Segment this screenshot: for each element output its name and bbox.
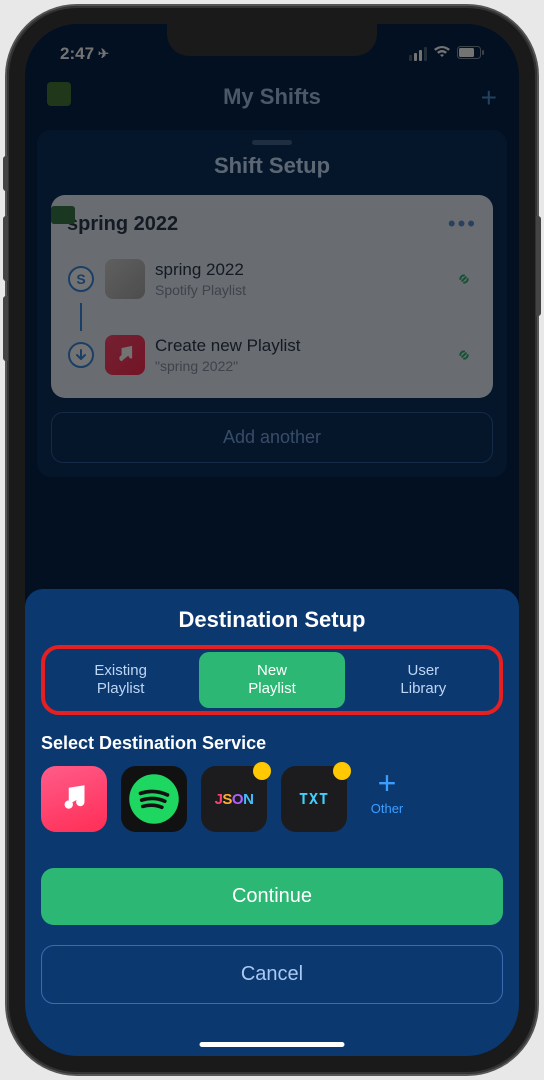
- phone-frame: 2:47 ✈ My Shifts: [7, 6, 537, 1074]
- continue-button[interactable]: Continue: [41, 868, 503, 925]
- cancel-button[interactable]: Cancel: [41, 945, 503, 1004]
- service-txt[interactable]: TXT: [281, 766, 347, 832]
- volume-up-button: [3, 216, 8, 281]
- segment-existing-playlist[interactable]: Existing Playlist: [48, 652, 193, 708]
- playlist-type-segment: Existing Playlist New Playlist User Libr…: [48, 652, 496, 708]
- music-note-icon: [56, 781, 92, 817]
- home-indicator[interactable]: [200, 1042, 345, 1047]
- screen: 2:47 ✈ My Shifts: [25, 24, 519, 1056]
- service-row: JSON TXT + Other: [41, 766, 503, 832]
- service-json[interactable]: JSON: [201, 766, 267, 832]
- destination-setup-title: Destination Setup: [41, 607, 503, 633]
- segment-highlight: Existing Playlist New Playlist User Libr…: [41, 645, 503, 715]
- spotify-icon: [127, 772, 181, 826]
- txt-icon: TXT: [299, 790, 329, 808]
- service-spotify[interactable]: [121, 766, 187, 832]
- mute-switch: [3, 156, 8, 191]
- premium-badge-icon: [333, 762, 351, 780]
- select-service-label: Select Destination Service: [41, 733, 503, 754]
- power-button: [536, 216, 541, 316]
- service-other[interactable]: + Other: [361, 766, 413, 816]
- notch: [167, 24, 377, 56]
- plus-icon: +: [361, 766, 413, 801]
- premium-badge-icon: [253, 762, 271, 780]
- destination-setup-sheet: Destination Setup Existing Playlist New …: [25, 589, 519, 1056]
- volume-down-button: [3, 296, 8, 361]
- service-apple-music[interactable]: [41, 766, 107, 832]
- segment-user-library[interactable]: User Library: [351, 652, 496, 708]
- json-icon: JSON: [215, 790, 254, 808]
- other-label: Other: [361, 801, 413, 816]
- segment-new-playlist[interactable]: New Playlist: [199, 652, 344, 708]
